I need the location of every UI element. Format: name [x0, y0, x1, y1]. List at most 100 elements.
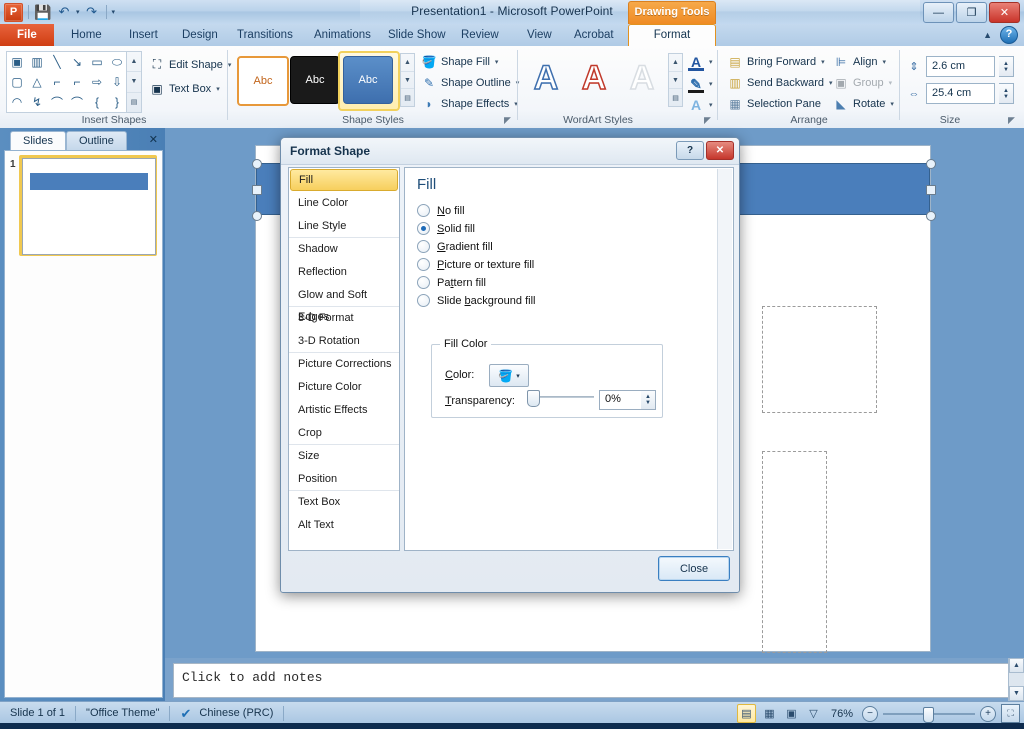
- text-effects-caret-icon[interactable]: ▾: [706, 94, 716, 115]
- shape-arc-icon[interactable]: ⌒: [67, 92, 87, 112]
- send-backward-button[interactable]: ▥ Send Backward ▾: [724, 72, 836, 93]
- selection-pane-button[interactable]: ▦ Selection Pane: [724, 93, 824, 114]
- tab-review[interactable]: Review: [450, 24, 510, 46]
- shape-style-swatch-2[interactable]: Abc: [290, 56, 340, 104]
- shape-left-brace-icon[interactable]: {: [87, 92, 107, 112]
- shape-scribble-icon[interactable]: ↯: [27, 92, 47, 112]
- radio-slide-background-fill[interactable]: Slide background fill: [417, 294, 535, 307]
- category-shadow[interactable]: Shadow: [289, 238, 399, 261]
- radio-solid-fill[interactable]: Solid fill: [417, 222, 475, 235]
- shape-style-swatch-3-selected[interactable]: Abc: [343, 56, 393, 104]
- spellcheck-icon[interactable]: ✔: [180, 706, 191, 721]
- shape-effects-button[interactable]: ◗ Shape Effects ▾: [418, 93, 521, 114]
- shape-height-row[interactable]: ⇕ 2.6 cm ▲ ▼: [906, 56, 1014, 77]
- zoom-in-button[interactable]: +: [980, 705, 996, 722]
- ribbon-help-area[interactable]: ▲ ?: [983, 26, 1018, 44]
- view-reading-button[interactable]: ▣: [783, 705, 800, 722]
- transparency-spinner[interactable]: ▲ ▼: [641, 390, 656, 410]
- close-button[interactable]: ✕: [989, 2, 1020, 23]
- shape-styles-more-icon[interactable]: ▤: [401, 89, 414, 106]
- content-placeholder-1[interactable]: [762, 306, 877, 413]
- gallery-scroll-down-icon[interactable]: ▼: [127, 72, 141, 93]
- tab-file[interactable]: File: [0, 24, 54, 46]
- category-fill[interactable]: Fill: [290, 169, 398, 191]
- fit-to-window-button[interactable]: ⛶: [1001, 704, 1020, 723]
- text-outline-caret-icon[interactable]: ▾: [706, 73, 716, 94]
- notes-scrollbar[interactable]: ▲ ▼: [1008, 658, 1024, 701]
- format-shape-dialog[interactable]: Format Shape ? ✕ Fill Line Color Line St…: [280, 137, 740, 593]
- selection-handle-top-left[interactable]: [252, 159, 262, 169]
- tab-view[interactable]: View: [516, 24, 563, 46]
- notes-input-box[interactable]: Click to add notes: [173, 663, 1010, 698]
- maximize-button[interactable]: ❐: [956, 2, 987, 23]
- tab-slides[interactable]: Slides: [10, 131, 66, 151]
- status-theme-name[interactable]: "Office Theme": [76, 705, 171, 721]
- shape-oval-icon[interactable]: ⬭: [107, 52, 127, 72]
- dialog-close-button[interactable]: ✕: [706, 141, 734, 160]
- close-pane-icon[interactable]: ✕: [149, 133, 158, 146]
- wordart-scroll-down-icon[interactable]: ▼: [669, 72, 682, 90]
- shape-vertical-text-icon[interactable]: ▥: [27, 52, 47, 72]
- notes-scroll-down-icon[interactable]: ▼: [1009, 686, 1024, 701]
- shape-width-row[interactable]: ⇔ 25.4 cm ▲ ▼: [906, 83, 1014, 104]
- wordart-styles-dialog-launcher[interactable]: ◤: [703, 116, 712, 125]
- shape-fill-button[interactable]: 🪣 Shape Fill ▾: [418, 51, 501, 72]
- fill-color-button[interactable]: 🪣 ▾: [489, 364, 529, 387]
- wordart-style-swatch-2[interactable]: A: [572, 54, 616, 102]
- shape-curve-icon[interactable]: ⌒: [47, 92, 67, 112]
- shape-freeform-icon[interactable]: ◠: [7, 92, 27, 112]
- category-3d-rotation[interactable]: 3-D Rotation: [289, 330, 399, 353]
- minimize-button[interactable]: —: [923, 2, 954, 23]
- tab-design[interactable]: Design: [171, 24, 229, 46]
- gallery-more-icon[interactable]: ▤: [127, 93, 141, 112]
- shape-right-arrow-icon[interactable]: ⇨: [87, 72, 107, 92]
- bring-forward-button[interactable]: ▤ Bring Forward ▾: [724, 51, 828, 72]
- radio-pattern-fill-indicator[interactable]: [417, 276, 430, 289]
- window-controls[interactable]: — ❐ ✕: [923, 2, 1020, 23]
- wordart-styles-scrollbar[interactable]: ▲ ▼ ▤: [668, 53, 683, 107]
- shape-style-swatch-1[interactable]: Abc: [237, 56, 289, 106]
- selection-handle-middle-right[interactable]: [926, 185, 936, 195]
- dialog-close-action-button[interactable]: Close: [658, 556, 730, 581]
- status-slide-count[interactable]: Slide 1 of 1: [0, 705, 77, 721]
- selection-handle-bottom-right[interactable]: [926, 211, 936, 221]
- view-slide-show-button[interactable]: ▽: [805, 705, 822, 722]
- shape-outline-button[interactable]: ✎ Shape Outline ▾: [418, 72, 522, 93]
- shape-styles-scroll-up-icon[interactable]: ▲: [401, 54, 414, 72]
- wordart-style-swatch-1[interactable]: A: [524, 54, 568, 102]
- shape-styles-scroll-down-icon[interactable]: ▼: [401, 72, 414, 90]
- radio-slide-background-fill-indicator[interactable]: [417, 294, 430, 307]
- collapse-ribbon-icon[interactable]: ▲: [983, 30, 992, 40]
- category-artistic-effects[interactable]: Artistic Effects: [289, 399, 399, 422]
- shape-down-arrow-icon[interactable]: ⇩: [107, 72, 127, 92]
- wordart-style-swatch-3[interactable]: A: [620, 54, 664, 102]
- tab-insert[interactable]: Insert: [118, 24, 169, 46]
- shape-styles-scrollbar[interactable]: ▲ ▼ ▤: [400, 53, 415, 107]
- shape-width-input[interactable]: 25.4 cm: [926, 83, 995, 104]
- selection-handle-middle-left[interactable]: [252, 185, 262, 195]
- notes-scroll-up-icon[interactable]: ▲: [1009, 658, 1024, 673]
- transparency-spin-down-icon[interactable]: ▼: [645, 400, 651, 406]
- category-reflection[interactable]: Reflection: [289, 261, 399, 284]
- shapes-gallery[interactable]: ▣ ▥ ╲ ↘ ▭ ⬭ ▢ △ ⌐ ⌐ ⇨ ⇩ ◠ ↯ ⌒ ⌒ { }: [6, 51, 128, 113]
- tab-slide-show[interactable]: Slide Show: [377, 24, 457, 46]
- slide-thumbnail-1[interactable]: 1: [5, 155, 162, 256]
- category-position[interactable]: Position: [289, 468, 399, 491]
- tab-format[interactable]: Format: [628, 24, 716, 48]
- zoom-slider-thumb[interactable]: [923, 706, 934, 723]
- tab-outline[interactable]: Outline: [66, 131, 127, 151]
- category-size[interactable]: Size: [289, 445, 399, 468]
- status-language[interactable]: Chinese (PRC): [199, 706, 273, 721]
- shapes-gallery-scrollbar[interactable]: ▲ ▼ ▤: [126, 51, 142, 113]
- dialog-help-button[interactable]: ?: [676, 141, 704, 160]
- shape-rectangle-icon[interactable]: ▭: [87, 52, 107, 72]
- view-normal-button[interactable]: ▤: [736, 704, 756, 723]
- dialog-pane-scrollbar[interactable]: [717, 169, 732, 549]
- radio-gradient-fill-indicator[interactable]: [417, 240, 430, 253]
- wordart-scroll-up-icon[interactable]: ▲: [669, 54, 682, 72]
- tab-transitions[interactable]: Transitions: [226, 24, 304, 46]
- shape-fill-caret-icon[interactable]: ▾: [495, 58, 499, 66]
- shape-width-spinner[interactable]: ▲ ▼: [999, 83, 1014, 104]
- transparency-slider[interactable]: [524, 390, 594, 407]
- shape-elbow-arrow-icon[interactable]: ⌐: [67, 72, 87, 92]
